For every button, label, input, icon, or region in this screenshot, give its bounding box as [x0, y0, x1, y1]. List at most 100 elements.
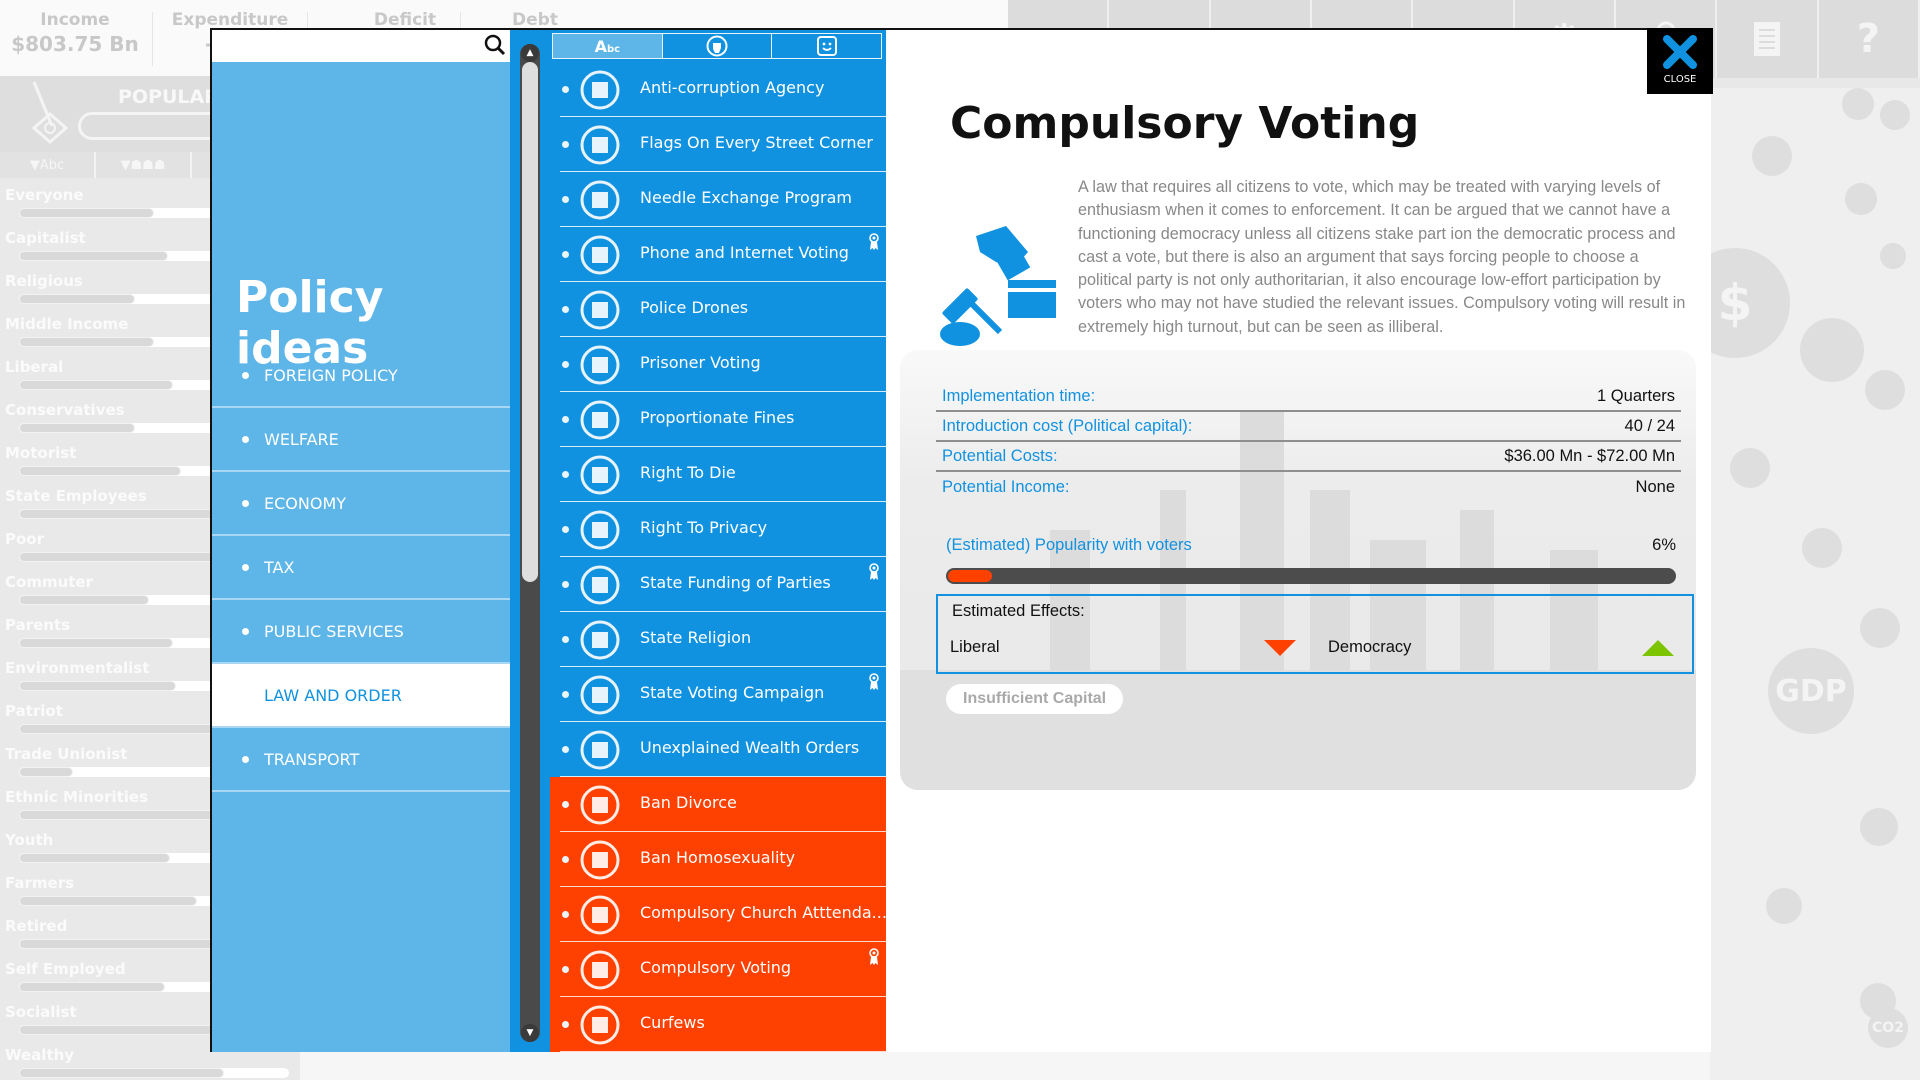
policy-bubble[interactable]: [1860, 808, 1898, 846]
policy-list: Anti-corruption Agency Flags On Every Str…: [550, 62, 886, 1052]
policy-item[interactable]: Right To Privacy: [550, 502, 886, 557]
bullet-icon: [562, 856, 569, 863]
info-label: Potential Costs:: [942, 446, 1058, 465]
info-label: Implementation time:: [942, 386, 1096, 405]
scrollbar[interactable]: ▲ ▼: [520, 44, 540, 1042]
tab-sort-popularity[interactable]: [772, 34, 881, 58]
category-panel: Policy ideas FOREIGN POLICY WELFARE ECONOM…: [212, 62, 510, 1052]
document-icon: [1753, 22, 1780, 56]
arrow-down-icon: ▼: [526, 1028, 534, 1038]
policy-item[interactable]: Flags On Every Street Corner: [550, 117, 886, 172]
stat-label: Expenditure: [171, 10, 289, 30]
effects-header: Estimated Effects:: [952, 602, 1085, 620]
policy-item[interactable]: Prisoner Voting: [550, 337, 886, 392]
policy-item[interactable]: Phone and Internet Voting: [550, 227, 886, 282]
insufficient-capital-button[interactable]: Insufficient Capital: [946, 684, 1124, 714]
policy-item[interactable]: Curfews: [550, 997, 886, 1052]
effect-name: Liberal: [950, 638, 1000, 656]
policy-item[interactable]: Needle Exchange Program: [550, 172, 886, 227]
alphabetical-sort-icon: Abc: [594, 36, 621, 56]
category-foreign-policy[interactable]: FOREIGN POLICY: [212, 344, 510, 408]
voter-group-bar-fill: [19, 466, 181, 476]
policy-item[interactable]: State Funding of Parties: [550, 557, 886, 612]
policy-bubble[interactable]: [1845, 183, 1877, 215]
building-cross-icon: [576, 617, 624, 663]
policy-bubble[interactable]: [1766, 888, 1802, 924]
ribbon-icon: [868, 233, 880, 251]
policy-description: A law that requires all citizens to vote…: [1078, 178, 1686, 336]
bullet-icon: [562, 306, 569, 313]
category-economy[interactable]: ECONOMY: [212, 472, 510, 536]
voter-group-bar-fill: [19, 767, 73, 777]
policy-item[interactable]: Proportionate Fines: [550, 392, 886, 447]
category-public-services[interactable]: PUBLIC SERVICES: [212, 600, 510, 664]
scrollbar-thumb[interactable]: [522, 62, 538, 582]
flag-house-icon: [576, 122, 624, 168]
bullet-icon: [562, 1021, 569, 1028]
policy-bubble[interactable]: [1880, 100, 1910, 130]
bullet-icon: [242, 436, 249, 443]
policy-item[interactable]: State Religion: [550, 612, 886, 667]
close-label: CLOSE: [1663, 74, 1697, 85]
eye-lock-icon: [576, 507, 624, 553]
policy-item[interactable]: Right To Die: [550, 447, 886, 502]
bullet-icon: [562, 251, 569, 258]
bullet-icon: [562, 801, 569, 808]
category-law-and-order[interactable]: LAW AND ORDER: [212, 664, 510, 728]
bullet-icon: [562, 416, 569, 423]
search-icon[interactable]: [484, 34, 506, 56]
church-icon: [576, 892, 624, 938]
policy-ideas-dialog: Policy ideas FOREIGN POLICY WELFARE ECONOM…: [210, 28, 1713, 1052]
policy-bubble[interactable]: [1842, 88, 1874, 120]
policy-bubble[interactable]: [1802, 528, 1842, 568]
category-tax[interactable]: TAX: [212, 536, 510, 600]
category-label: TAX: [264, 557, 295, 577]
sort-group-button[interactable]: ▼ ☗☗☗: [96, 152, 192, 178]
voter-group-bar-fill: [19, 982, 165, 992]
policy-bubble[interactable]: [1752, 136, 1792, 176]
help-button[interactable]: ?: [1819, 0, 1920, 78]
policy-name: Police Drones: [640, 298, 749, 317]
policy-bubble[interactable]: [1860, 608, 1900, 648]
gavel-ballot-icon: [576, 947, 624, 993]
policy-bubble[interactable]: [1730, 448, 1770, 488]
close-button[interactable]: CLOSE: [1647, 28, 1713, 94]
gdp-bubble[interactable]: GDP: [1768, 648, 1854, 734]
couple-infinity-icon: [576, 782, 624, 828]
policy-name: State Religion: [640, 628, 752, 647]
policy-name: Right To Die: [640, 463, 736, 482]
policy-bubble[interactable]: [1865, 370, 1905, 410]
policy-bubble[interactable]: [1800, 318, 1864, 382]
policy-bubble[interactable]: [1880, 243, 1906, 269]
policy-item[interactable]: Anti-corruption Agency: [550, 62, 886, 117]
policy-item[interactable]: Ban Divorce: [550, 777, 886, 832]
policy-name: Compulsory Church Atttenda...: [640, 903, 886, 922]
people-icon: ☗☗☗: [130, 157, 166, 173]
tab-sort-alphabetical[interactable]: Abc: [553, 34, 663, 58]
info-row: Potential Income: None: [936, 472, 1681, 502]
category-transport[interactable]: TRANSPORT: [212, 728, 510, 792]
policy-item[interactable]: Unexplained Wealth Orders: [550, 722, 886, 777]
policy-item[interactable]: Police Drones: [550, 282, 886, 337]
co2-bubble[interactable]: CO2: [1868, 1008, 1908, 1048]
scroll-down-button[interactable]: ▼: [521, 1024, 539, 1042]
tab-sort-ideology[interactable]: [663, 34, 773, 58]
arrow-down-icon: [1264, 640, 1296, 656]
category-label: PUBLIC SERVICES: [264, 621, 404, 641]
sort-alpha-button[interactable]: ▼ Abc: [0, 152, 96, 178]
prison-ballot-icon: [576, 342, 624, 388]
policy-item[interactable]: State Voting Campaign: [550, 667, 886, 722]
popularity-row: (Estimated) Popularity with voters 6%: [946, 536, 1676, 555]
policy-detail-panel: CLOSE Compulsory Voting A law that requi…: [886, 28, 1713, 1052]
stat-label: Income: [40, 10, 110, 30]
policy-item[interactable]: Compulsory Church Atttenda...: [550, 887, 886, 942]
category-welfare[interactable]: WELFARE: [212, 408, 510, 472]
policy-item[interactable]: Ban Homosexuality: [550, 832, 886, 887]
policy-item[interactable]: Compulsory Voting: [550, 942, 886, 997]
divider: [152, 12, 153, 66]
ribbon-icon: [868, 563, 880, 581]
search-input[interactable]: [218, 34, 468, 58]
scroll-up-button[interactable]: ▲: [521, 44, 539, 62]
info-value: 40 / 24: [1624, 416, 1675, 435]
toolbar-button[interactable]: [1717, 0, 1819, 78]
